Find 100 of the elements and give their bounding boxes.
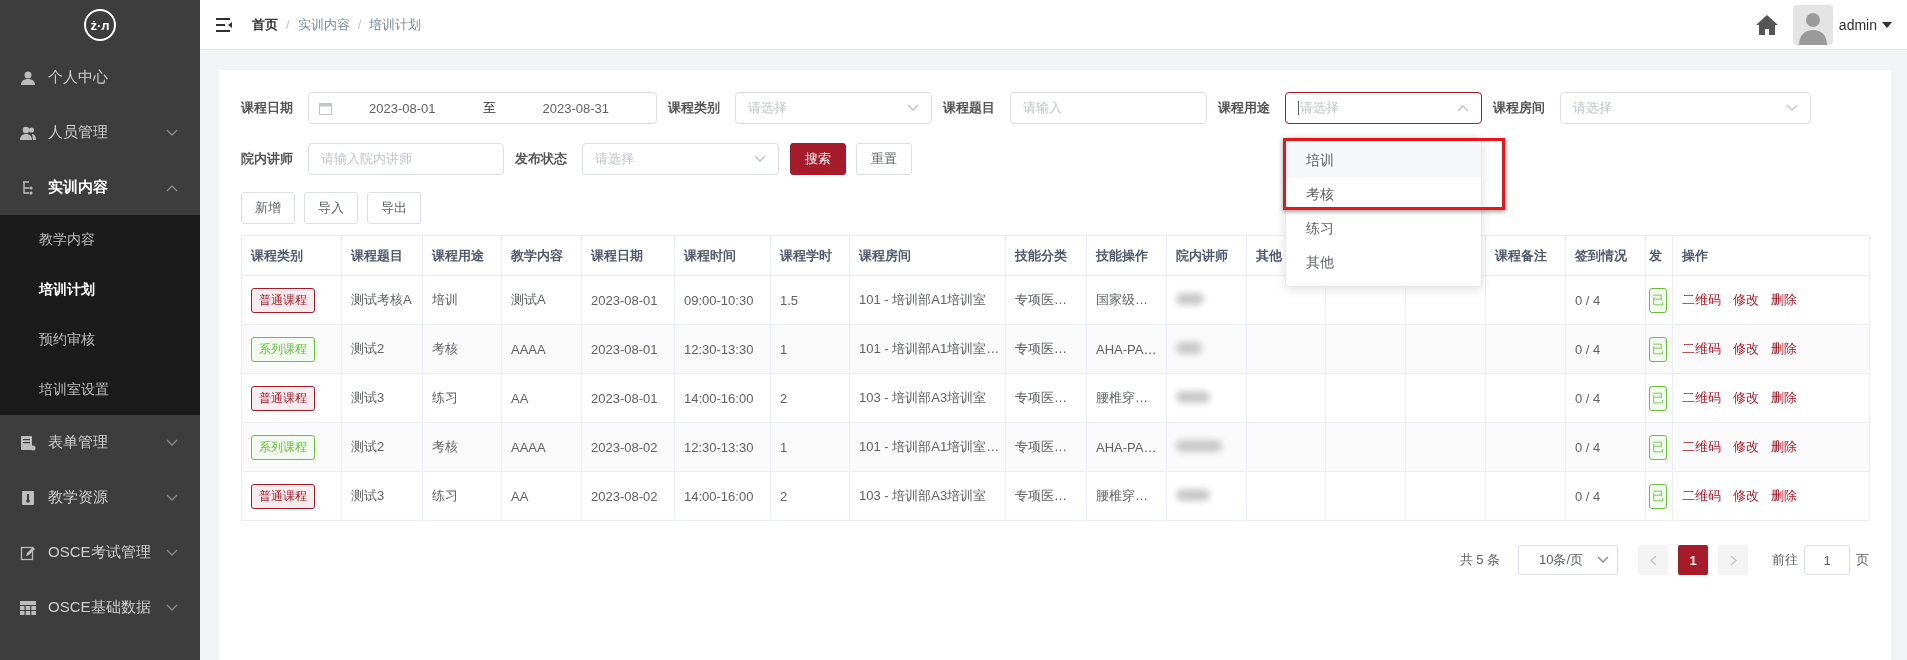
sidebar-item[interactable]: 表单管理	[0, 415, 200, 470]
blurred-name	[1176, 439, 1222, 452]
table-cell: 0 / 4	[1575, 488, 1601, 504]
sidebar-item[interactable]: 教学资源	[0, 470, 200, 525]
page-input[interactable]: 1	[1804, 545, 1850, 575]
action-link[interactable]: 二维码	[1682, 439, 1721, 454]
column-header: 课程类别	[251, 247, 303, 263]
field-label: 课程类别	[668, 99, 721, 117]
table-cell: 专项医…	[1015, 341, 1067, 356]
chevron-icon	[166, 603, 178, 612]
submenu-item[interactable]: 教学内容	[0, 215, 200, 265]
submenu-item[interactable]: 培训计划	[0, 265, 200, 315]
table-cell: 2023-08-01	[591, 292, 658, 308]
sidebar-item[interactable]: OSCE基础数据	[0, 580, 200, 635]
submenu-item[interactable]: 培训室设置	[0, 365, 200, 415]
table-cell: 2023-08-02	[591, 488, 658, 504]
sidebar-item[interactable]: 个人中心	[0, 50, 200, 105]
table-cell: AAAA	[511, 439, 546, 455]
category-tag: 已	[1649, 336, 1667, 362]
column-header: 课程日期	[591, 247, 643, 263]
action-link[interactable]: 修改	[1733, 390, 1759, 405]
total-count: 共 5 条	[1459, 551, 1500, 569]
dropdown-option[interactable]: 考核	[1286, 178, 1481, 212]
column-header: 课程时间	[684, 247, 736, 263]
goto-label: 前往	[1772, 551, 1798, 569]
chevron-right-icon	[1729, 554, 1737, 566]
chevron-icon	[166, 128, 178, 137]
column-header: 签到情况	[1575, 247, 1627, 263]
category-tag: 普通课程	[251, 483, 315, 509]
field-label: 发布状态	[515, 150, 568, 168]
action-link[interactable]: 二维码	[1682, 292, 1721, 307]
chevron-icon	[754, 155, 766, 163]
action-link[interactable]: 删除	[1771, 292, 1797, 307]
sidebar-item[interactable]: 人员管理	[0, 105, 200, 160]
table-cell: 2	[780, 488, 788, 504]
logo: ż·л	[84, 9, 116, 41]
category-tag: 已	[1649, 483, 1667, 509]
action-link[interactable]: 二维码	[1682, 390, 1721, 405]
table-cell: AAAA	[511, 341, 546, 357]
dropdown-option[interactable]: 练习	[1286, 212, 1481, 246]
column-header: 技能分类	[1015, 247, 1067, 263]
field-label: 院内讲师	[241, 150, 294, 168]
action-link[interactable]: 删除	[1771, 488, 1797, 503]
action-link[interactable]: 修改	[1733, 488, 1759, 503]
table-cell: 103 - 培训部A3培训室	[859, 390, 987, 405]
book-icon	[20, 489, 36, 506]
toolbar-button[interactable]: 导入	[304, 192, 358, 224]
page-button[interactable]: 1	[1678, 545, 1708, 575]
action-link[interactable]: 二维码	[1682, 488, 1721, 503]
breadcrumb-link[interactable]: 实训内容	[297, 15, 350, 34]
column-header: 课程房间	[859, 247, 911, 263]
blurred-name	[1176, 341, 1202, 354]
dropdown-option[interactable]: 其他	[1286, 246, 1481, 280]
home-icon[interactable]	[1754, 13, 1779, 36]
table-cell: 2	[780, 390, 788, 406]
table-cell: 专项医…	[1015, 390, 1067, 405]
chevron-icon	[166, 438, 178, 447]
action-link[interactable]: 删除	[1771, 439, 1797, 454]
submenu-item[interactable]: 预约审核	[0, 315, 200, 365]
action-link[interactable]: 删除	[1771, 341, 1797, 356]
caret-icon[interactable]	[1881, 20, 1893, 29]
table-cell: 练习	[432, 390, 458, 405]
chevron-icon	[1786, 104, 1798, 112]
category-tag: 已	[1649, 385, 1667, 411]
reset-button[interactable]: 重置	[856, 143, 912, 175]
category-tag: 普通课程	[251, 287, 315, 313]
sidebar-item[interactable]: 实训内容	[0, 160, 200, 215]
chevron-icon	[907, 104, 919, 112]
edit-icon	[20, 544, 36, 561]
date-range-field[interactable]: 2023-08-01 至 2023-08-31	[308, 92, 657, 124]
field-label: 课程用途	[1218, 99, 1271, 117]
sidebar-item[interactable]: OSCE考试管理	[0, 525, 200, 580]
page-size-select[interactable]: 10条/页	[1518, 545, 1618, 575]
search-button[interactable]: 搜索	[790, 143, 846, 175]
table-cell: 测试2	[351, 341, 385, 356]
table-cell: 测试A	[511, 292, 546, 307]
table-cell: AHA-PA…	[1096, 341, 1157, 357]
action-link[interactable]: 二维码	[1682, 341, 1721, 356]
action-link[interactable]: 修改	[1733, 292, 1759, 307]
dropdown-option[interactable]: 培训	[1286, 144, 1481, 178]
calendar-icon	[319, 101, 332, 115]
action-link[interactable]: 修改	[1733, 341, 1759, 356]
breadcrumb-link[interactable]: 培训计划	[369, 15, 422, 34]
form-icon	[20, 434, 36, 451]
menu-icon[interactable]	[216, 17, 232, 32]
category-tag: 已	[1649, 287, 1667, 313]
table-cell: 12:30-13:30	[684, 439, 754, 455]
toolbar-button[interactable]: 导出	[367, 192, 421, 224]
page-suffix: 页	[1856, 551, 1869, 569]
action-link[interactable]: 修改	[1733, 439, 1759, 454]
breadcrumb-separator: /	[286, 17, 290, 32]
table-cell: 测试3	[351, 488, 385, 503]
action-link[interactable]: 删除	[1771, 390, 1797, 405]
avatar-icon[interactable]	[1792, 4, 1833, 45]
username[interactable]: admin	[1838, 16, 1877, 33]
table-cell: 考核	[432, 439, 458, 454]
toolbar-button[interactable]: 新增	[241, 192, 295, 224]
breadcrumb-link[interactable]: 首页	[252, 15, 278, 34]
table-cell: 测试考核A	[351, 292, 412, 307]
column-header: 发	[1649, 247, 1662, 263]
